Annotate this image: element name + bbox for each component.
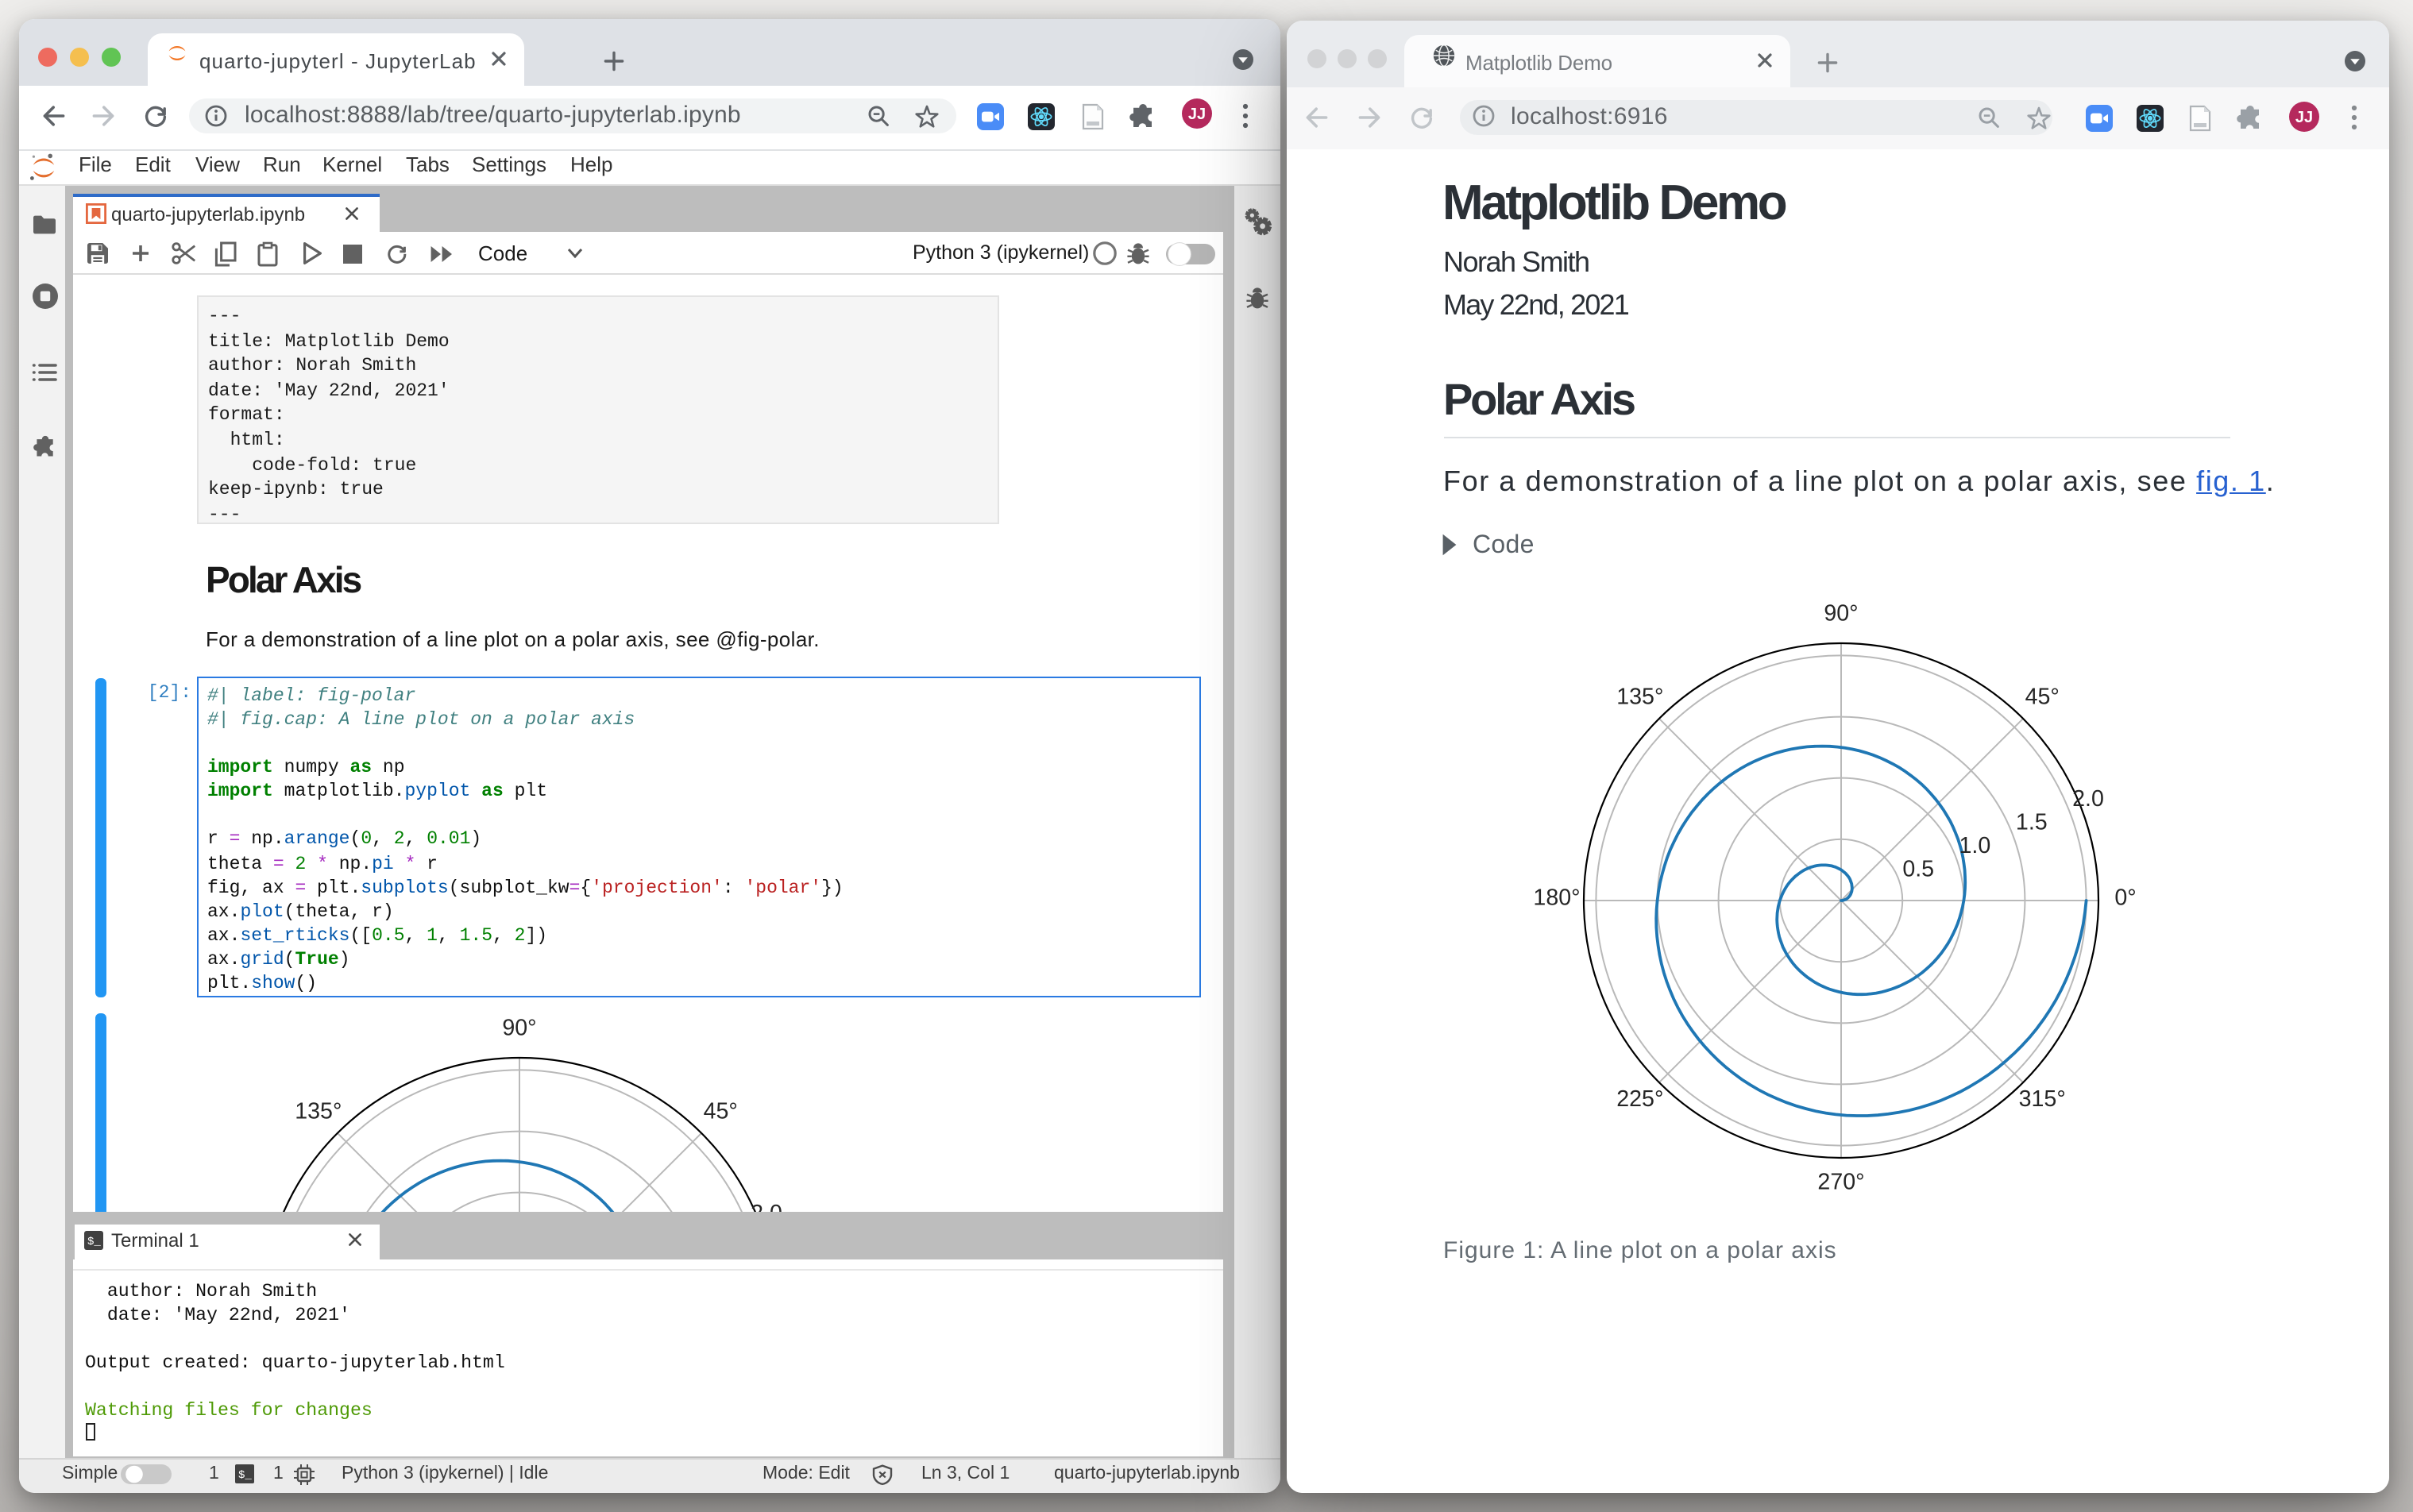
svg-text:2.0: 2.0 <box>2072 786 2104 812</box>
svg-text:45°: 45° <box>704 1098 738 1124</box>
svg-text:90°: 90° <box>502 1016 536 1041</box>
svg-text:135°: 135° <box>1616 684 1663 709</box>
svg-text:270°: 270° <box>1817 1170 1864 1195</box>
svg-text:0°: 0° <box>2114 885 2136 911</box>
svg-text:315°: 315° <box>2019 1086 2066 1112</box>
svg-text:1.0: 1.0 <box>1959 833 1991 858</box>
svg-text:0.5: 0.5 <box>1902 856 1934 881</box>
svg-text:135°: 135° <box>295 1098 342 1124</box>
svg-text:225°: 225° <box>1616 1086 1663 1112</box>
svg-text:1.5: 1.5 <box>2016 809 2048 835</box>
svg-text:$_: $_ <box>237 1469 251 1482</box>
svg-text:180°: 180° <box>1533 885 1580 911</box>
svg-text:JJ: JJ <box>1187 106 1205 123</box>
svg-text:JJ: JJ <box>2295 108 2313 125</box>
svg-text:45°: 45° <box>2025 684 2060 709</box>
svg-text:2.0: 2.0 <box>751 1201 782 1212</box>
svg-text:90°: 90° <box>1824 601 1858 627</box>
svg-text:$_: $_ <box>87 1235 100 1248</box>
